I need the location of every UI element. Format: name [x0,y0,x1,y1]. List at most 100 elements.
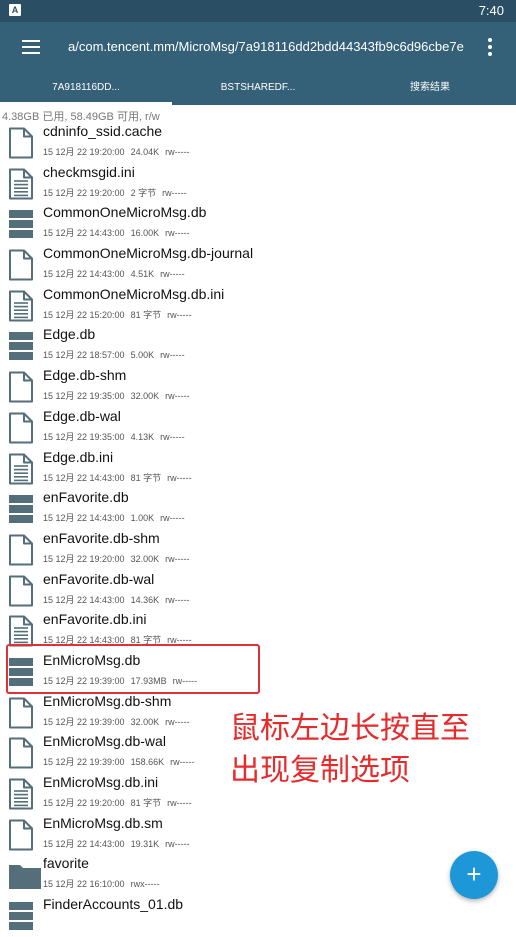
file-size: 32.00K [130,391,160,402]
tab-7a918116dd[interactable]: 7A918116DD... [0,72,172,105]
file-size: 14.36K [130,594,160,605]
tab-bar: 7A918116DD... BSTSHAREDF... 搜索结果 [0,72,516,105]
file-meta: 15 12月 22 18:57:00 5.00K rw----- [43,348,191,361]
file-icon [8,697,34,729]
file-perm: rw----- [165,147,190,157]
file-name: Edge.db.ini [43,448,114,465]
file-size: 32.00K [130,553,160,564]
file-perm: rw----- [170,757,195,768]
add-fab-button[interactable]: + [450,851,498,899]
file-name: enFavorite.db-wal [43,570,155,587]
file-date: 15 12月 22 19:39:00 [43,757,125,768]
file-name: EnMicroMsg.db.sm [43,814,163,831]
file-icon [8,737,34,769]
file-meta: 15 12月 22 14:43:00 16.00K rw----- [43,226,196,239]
file-row[interactable]: favorite 15 12月 22 16:10:00 rwx----- [0,854,516,895]
file-meta: 15 12月 22 19:20:00 81 字节 rw----- [43,796,198,809]
file-date: 15 12月 22 14:43:00 [43,269,125,280]
file-row[interactable]: checkmsgid.ini 15 12月 22 19:20:00 2 字节 rw--… [0,163,516,204]
file-meta: 15 12月 22 15:20:00 81 字节 rw----- [43,308,198,321]
file-name: CommonOneMicroMsg.db [43,204,207,221]
file-name: cdninfo_ssid.cache [43,123,163,139]
text-file-icon [8,778,34,810]
file-size: 32.00K [130,716,160,727]
file-size: 19.31K [130,838,160,849]
app-bar: a/com.tencent.mm/MicroMsg/7a918116dd2bdd… [0,22,516,72]
file-row[interactable]: CommonOneMicroMsg.db-journal 15 12月 22 14… [0,244,516,285]
hamburger-menu-icon[interactable] [22,40,40,54]
more-options-icon[interactable] [488,38,492,56]
file-icon [8,819,34,851]
folder-icon [8,859,41,891]
file-date: 15 12月 22 15:20:00 [43,309,125,320]
file-meta: 15 12月 22 19:20:00 32.00K rw----- [43,552,196,565]
current-path: a/com.tencent.mm/MicroMsg/7a918116dd2bdd… [68,39,464,54]
file-row[interactable]: EnMicroMsg.db.sm 15 12月 22 14:43:00 19.31K… [0,814,516,855]
app-notification-icon: A [9,4,21,16]
file-date: 15 12月 22 19:20:00 [43,798,125,808]
file-perm: rw----- [165,553,190,564]
file-date: 15 12月 22 18:57:00 [43,350,125,361]
file-size: 24.04K [130,147,160,157]
file-size: 158.66K [130,757,165,768]
file-meta: 15 12月 22 19:20:00 24.04K rw----- [43,145,196,158]
file-date: 15 12月 22 19:35:00 [43,391,125,402]
file-meta: 15 12月 22 19:39:00 32.00K rw----- [43,715,196,728]
text-file-icon [8,615,34,647]
file-row[interactable]: Edge.db.ini 15 12月 22 14:43:00 81 字节 rw----… [0,448,516,489]
file-size: 81 字节 [130,472,162,483]
file-perm: rw----- [165,228,190,239]
annotation-line-1: 鼠标左边长按直至 [230,711,470,746]
file-perm: rw----- [167,472,192,483]
file-name: EnMicroMsg.db-shm [43,692,172,709]
file-perm: rw----- [162,187,187,198]
file-icon [8,249,34,281]
file-name: Edge.db-shm [43,367,127,384]
file-date: 15 12月 22 14:43:00 [43,472,125,483]
file-perm: rw----- [160,269,185,280]
file-name: CommonOneMicroMsg.db-journal [43,245,254,262]
file-perm: rw----- [167,309,192,320]
text-file-icon [8,290,34,322]
file-row[interactable]: Edge.db-shm 15 12月 22 19:35:00 32.00K rw---… [0,366,516,407]
file-name: enFavorite.db [43,489,129,506]
file-date: 15 12月 22 14:43:00 [43,228,125,239]
annotation-line-2: 出现复制选项 [230,753,410,788]
file-size: 81 字节 [130,798,162,808]
file-row[interactable]: enFavorite.db 15 12月 22 14:43:00 1.00K rw--… [0,488,516,529]
file-date: 15 12月 22 14:43:00 [43,513,125,524]
text-file-icon [8,168,34,200]
file-name: enFavorite.db.ini [43,611,147,628]
file-name: favorite [43,855,89,872]
file-meta: 15 12月 22 14:43:00 81 字节 rw----- [43,471,198,484]
file-row[interactable]: enFavorite.db-wal 15 12月 22 14:43:00 14.36… [0,570,516,611]
file-date: 15 12月 22 19:20:00 [43,553,125,564]
tab-search-results[interactable]: 搜索结果 [344,72,516,105]
file-row[interactable]: CommonOneMicroMsg.db.ini 15 12月 22 15:20:… [0,285,516,326]
file-date: 15 12月 22 19:35:00 [43,431,125,442]
file-row[interactable]: cdninfo_ssid.cache 15 12月 22 19:20:00 24.0… [0,122,516,163]
file-row[interactable]: FinderAccounts_01.db [0,895,516,936]
file-size: 5.00K [130,350,155,361]
file-meta: 15 12月 22 19:35:00 32.00K rw----- [43,389,196,402]
file-icon [8,412,34,444]
file-meta: 15 12月 22 19:39:00 158.66K rw----- [43,755,201,768]
tab-bstsharedf[interactable]: BSTSHAREDF... [172,72,344,105]
annotation-text: 鼠标左边长按直至 出现复制选项 [230,708,470,792]
file-row[interactable]: Edge.db-wal 15 12月 22 19:35:00 4.13K rw----… [0,407,516,448]
file-list: cdninfo_ssid.cache 15 12月 22 19:20:00 24.0… [0,122,516,936]
file-row[interactable]: Edge.db 15 12月 22 18:57:00 5.00K rw----- [0,325,516,366]
status-time: 7:40 [478,3,504,18]
file-icon [8,575,34,607]
file-date: 15 12月 22 14:43:00 [43,838,125,849]
file-date: 15 12月 22 19:39:00 [43,716,125,727]
file-row[interactable]: enFavorite.db-shm 15 12月 22 19:20:00 32.00… [0,529,516,570]
file-perm: rw----- [165,391,190,402]
file-name: FinderAccounts_01.db [43,896,184,913]
file-perm: rw----- [165,594,190,605]
file-perm: rw----- [160,513,185,524]
file-name: Edge.db [43,326,96,343]
file-name: CommonOneMicroMsg.db.ini [43,285,225,302]
file-row[interactable]: CommonOneMicroMsg.db 15 12月 22 14:43:00 16… [0,203,516,244]
database-icon [8,900,34,932]
